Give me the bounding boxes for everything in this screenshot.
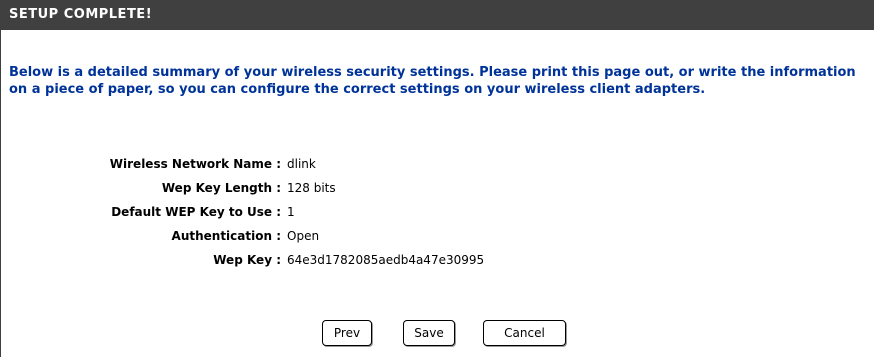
button-bar: Prev Save Cancel bbox=[1, 320, 874, 348]
setting-value-authentication: Open bbox=[287, 229, 320, 243]
setting-label-wep-key: Wep Key : bbox=[213, 253, 281, 267]
summary-text: Below is a detailed summary of your wire… bbox=[9, 65, 856, 97]
setting-label-default-wep-key: Default WEP Key to Use : bbox=[111, 205, 281, 219]
section-title: SETUP COMPLETE! bbox=[9, 7, 153, 22]
section-header: SETUP COMPLETE! bbox=[1, 0, 874, 30]
setting-value-wep-key: 64e3d1782085aedb4a47e30995 bbox=[287, 253, 485, 267]
setting-value-network-name: dlink bbox=[287, 157, 316, 171]
setting-value-default-wep-key: 1 bbox=[287, 205, 295, 219]
setting-label-authentication: Authentication : bbox=[171, 229, 281, 243]
prev-button[interactable]: Prev bbox=[322, 320, 372, 346]
save-button[interactable]: Save bbox=[403, 320, 455, 346]
setting-label-network-name: Wireless Network Name : bbox=[109, 157, 281, 171]
setting-value-wep-key-length: 128 bits bbox=[287, 181, 336, 195]
setup-complete-panel: SETUP COMPLETE! Below is a detailed summ… bbox=[0, 0, 874, 357]
cancel-button[interactable]: Cancel bbox=[483, 320, 566, 346]
setting-label-wep-key-length: Wep Key Length : bbox=[161, 181, 281, 195]
